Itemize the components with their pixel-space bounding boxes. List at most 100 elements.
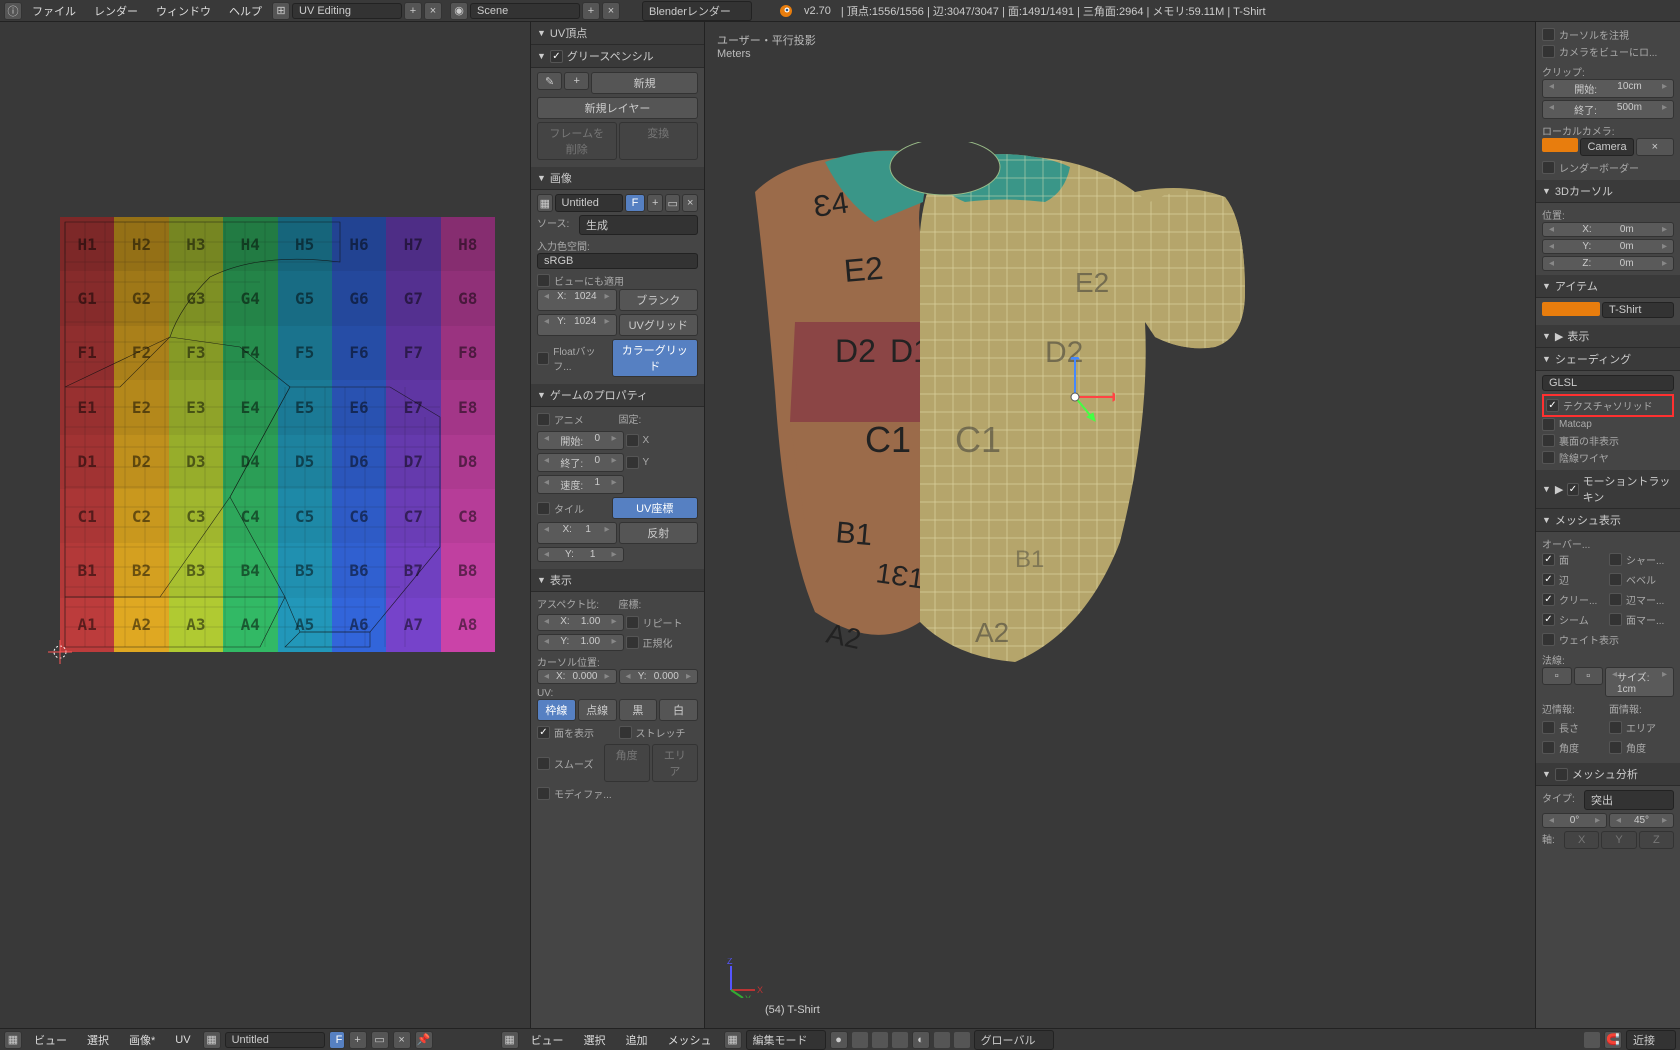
face-mark-checkbox[interactable] [1609,613,1622,626]
cursor-center-checkbox[interactable] [1542,28,1555,41]
uvcoord-button[interactable]: UV座標 [612,497,699,519]
status-close-icon[interactable]: × [393,1031,411,1049]
pin-icon[interactable]: 📌 [415,1031,433,1049]
image-browse-icon[interactable]: ▦ [537,194,553,212]
white-button[interactable]: 白 [659,699,698,721]
snap-dropdown[interactable]: 近接 [1626,1030,1676,1050]
angle-button[interactable]: 角度 [604,744,650,782]
stretch-checkbox[interactable] [619,726,632,739]
axis-x-button[interactable]: X [1564,831,1599,849]
sel-vert-icon[interactable] [852,1032,868,1048]
mesh-analysis-checkbox[interactable] [1555,768,1568,781]
edge-mark-checkbox[interactable] [1609,593,1622,606]
angle-min-field[interactable]: 0° [1542,813,1607,828]
angle3-checkbox[interactable] [1609,741,1622,754]
3d-editor-icon[interactable]: ▦ [501,1031,519,1049]
angle-max-field[interactable]: 45° [1609,813,1674,828]
uvgrid-button[interactable]: UVグリッド [619,314,699,336]
float-checkbox[interactable] [537,352,549,365]
grease-convert-button[interactable]: 変換 [619,122,699,160]
menu-render[interactable]: レンダー [86,1,146,21]
normalize-checkbox[interactable] [626,636,639,649]
shading-icon[interactable]: ● [830,1031,848,1049]
anime-speed-field[interactable]: 速度:1 [537,475,624,494]
status-mesh[interactable]: メッシュ [660,1030,720,1050]
status-f-button[interactable]: F [329,1031,345,1049]
grease-layer-button[interactable]: 新規レイヤー [537,97,698,119]
clip-end-field[interactable]: 終了:500m [1542,100,1674,119]
type-dropdown[interactable]: 突出 [1584,790,1674,810]
tile-y-field[interactable]: Y:1 [537,547,624,562]
angle2-checkbox[interactable] [1542,741,1555,754]
panel-item[interactable]: アイテム [1536,275,1680,298]
panel-grease[interactable]: グリースペンシル [531,45,704,68]
panel-motion-track[interactable]: ▶ モーショントラッキン [1536,470,1680,509]
close-layout-icon[interactable]: × [424,2,442,20]
face-checkbox[interactable] [1542,553,1555,566]
colorgrid-button[interactable]: カラーグリッド [612,339,699,377]
crease-checkbox[interactable] [1542,593,1555,606]
view-apply-checkbox[interactable] [537,274,550,287]
layout-dropdown[interactable]: UV Editing [292,3,402,19]
modifier-checkbox[interactable] [537,787,550,800]
mode-icon[interactable]: ▦ [724,1031,742,1049]
tile-checkbox[interactable] [537,502,550,515]
engine-dropdown[interactable]: Blenderレンダー [642,1,752,21]
axis-y-button[interactable]: Y [1601,831,1636,849]
length-checkbox[interactable] [1542,721,1555,734]
uv-editor[interactable]: H1H2H3H4H5H6H7H8G1G2G3G4G5G6G7G8F1F2F3F4… [0,22,530,1028]
cursor-z[interactable]: Z:0m [1542,256,1674,271]
add-layout-icon[interactable]: + [404,2,422,20]
tile-x-field[interactable]: X:1 [537,522,617,544]
sharp-checkbox[interactable] [1609,553,1622,566]
camera-clear-icon[interactable]: × [1636,138,1674,156]
limit-sel-icon[interactable]: ◐ [912,1031,930,1049]
panel-right-display[interactable]: ▶ 表示 [1536,325,1680,348]
status-view[interactable]: ビュー [26,1030,75,1050]
status-open-icon[interactable]: ▭ [371,1031,389,1049]
bevel-checkbox[interactable] [1609,573,1622,586]
status-select2[interactable]: 選択 [576,1030,614,1050]
status-uv[interactable]: UV [167,1032,198,1048]
add-image-icon[interactable]: + [647,194,663,212]
unlink-image-icon[interactable]: × [682,194,698,212]
orient-dropdown[interactable]: グローバル [974,1030,1054,1050]
panel-display[interactable]: 表示 [531,569,704,592]
info-icon[interactable]: ⓘ [4,2,22,20]
image-y-field[interactable]: Y:1024 [537,314,617,336]
grease-toggle[interactable] [550,50,563,63]
sel-edge-icon[interactable] [872,1032,888,1048]
fake-user-button[interactable]: F [625,194,646,212]
source-dropdown[interactable]: 生成 [579,215,698,235]
weight-checkbox[interactable] [1542,633,1555,646]
backface-checkbox[interactable] [1542,434,1555,447]
sel-face-icon[interactable] [892,1032,908,1048]
gy-checkbox[interactable] [626,456,639,469]
grease-delete-button[interactable]: フレームを削除 [537,122,617,160]
pivot-icon[interactable] [934,1032,950,1048]
aspect-x-field[interactable]: X:1.00 [537,614,624,631]
status-add-icon[interactable]: + [349,1031,367,1049]
status-add[interactable]: 追加 [618,1030,656,1050]
grease-new-button[interactable]: 新規 [591,72,698,94]
motion-checkbox[interactable] [1567,483,1578,496]
manip-icon[interactable] [954,1032,970,1048]
scene-dropdown[interactable]: Scene [470,3,580,19]
normal-vert-icon[interactable]: ▫ [1542,667,1572,685]
hidden-wire-checkbox[interactable] [1542,451,1555,464]
tex-solid-checkbox[interactable] [1546,399,1559,412]
panel-uv-vertex[interactable]: UV頂点 [531,22,704,45]
aspect-y-field[interactable]: Y:1.00 [537,634,624,651]
axis-z-button[interactable]: Z [1639,831,1674,849]
normal-face-icon[interactable]: ▫ [1574,667,1604,685]
seam-checkbox[interactable] [1542,613,1555,626]
close-scene-icon[interactable]: × [602,2,620,20]
open-image-icon[interactable]: ▭ [665,194,681,212]
cursor-x-field[interactable]: X:0.000 [537,669,617,684]
camera-view-checkbox[interactable] [1542,45,1555,58]
repeat-checkbox[interactable] [626,616,639,629]
panel-gameprops[interactable]: ゲームのプロパティ [531,384,704,407]
image-browse2-icon[interactable]: ▦ [203,1031,221,1049]
anime-end-field[interactable]: 終了:0 [537,453,624,472]
blank-button[interactable]: ブランク [619,289,699,311]
